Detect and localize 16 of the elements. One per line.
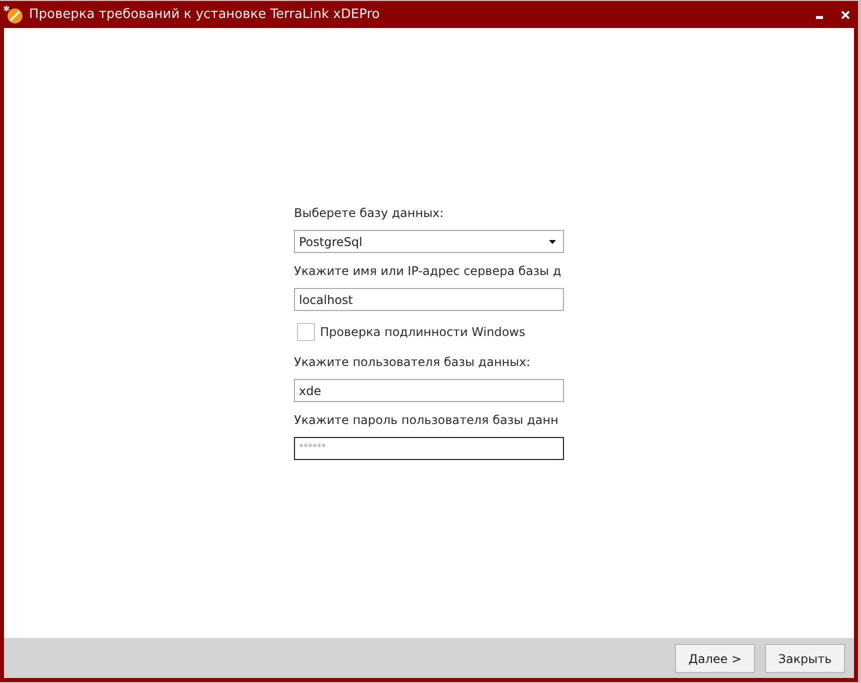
field-label: Укажите пароль пользователя базы данн <box>294 412 560 429</box>
window-title: Проверка требований к установке TerraLink xDEPro <box>29 6 380 24</box>
database-dropdown[interactable]: PostgreSql <box>294 230 564 253</box>
caret-icon <box>549 240 556 244</box>
close-icon[interactable] <box>841 10 850 18</box>
logo-icon <box>3 5 23 24</box>
field-label: Укажите пользователя базы данных: <box>294 354 532 371</box>
dialog-button[interactable]: Далее > <box>675 644 755 673</box>
field-label: Укажите имя или IP-адрес сервера базы д <box>294 263 562 280</box>
field-label: Выберете базу данных: <box>294 205 445 222</box>
checkbox[interactable] <box>297 323 315 341</box>
minimize-icon[interactable] <box>816 16 823 19</box>
text-field[interactable]: localhost <box>294 288 564 311</box>
text-field[interactable]: xde <box>294 379 564 402</box>
checkbox-label: Проверка подлинности Windows <box>320 324 526 341</box>
dialog-button[interactable]: Закрыть <box>765 644 845 673</box>
